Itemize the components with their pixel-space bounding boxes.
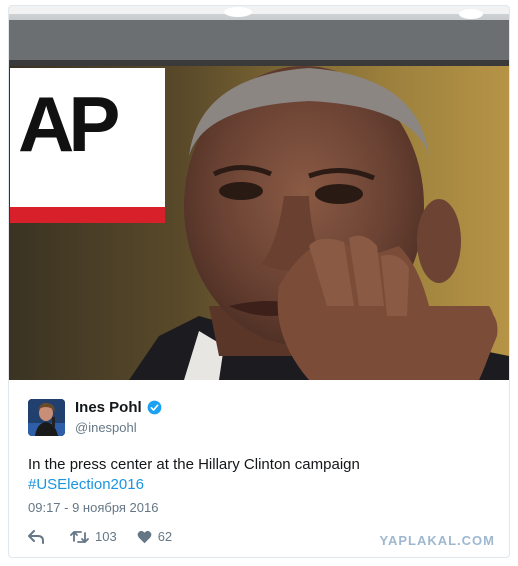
like-count: 62 [157,529,173,544]
tweet-text-main: In the press center at the Hillary Clint… [28,456,360,473]
author-row: Ines Pohl [75,399,162,416]
ap-logo-text: AP [18,80,120,168]
like-button[interactable]: 62 [137,529,172,544]
tweet-body: Ines Pohl @inespohl In the press center … [9,380,509,557]
author-name[interactable]: Ines Pohl [75,399,142,416]
tweet-timestamp[interactable]: 09:17 - 9 ноября 2016 [28,500,158,515]
reply-icon [28,529,44,544]
heart-icon [137,530,152,543]
verified-badge-icon [147,400,162,415]
tweet-photo[interactable]: AP [9,6,509,380]
tweet-text: In the press center at the Hillary Clint… [28,455,498,495]
avatar-image [28,399,65,436]
reply-button[interactable] [28,529,50,544]
tweet-actions: 103 62 [28,529,192,544]
site-watermark: YAPLAKAL.COM [379,533,495,548]
ap-logo: AP [10,68,165,223]
avatar[interactable] [28,399,65,436]
retweet-count: 103 [95,529,117,544]
tweet-card: AP Ines Pohl @inespohl In the press cent… [8,5,510,558]
retweet-button[interactable]: 103 [70,529,117,544]
hashtag-link[interactable]: #USElection2016 [28,476,144,493]
author-handle[interactable]: @inespohl [75,420,137,435]
retweet-icon [70,530,89,543]
